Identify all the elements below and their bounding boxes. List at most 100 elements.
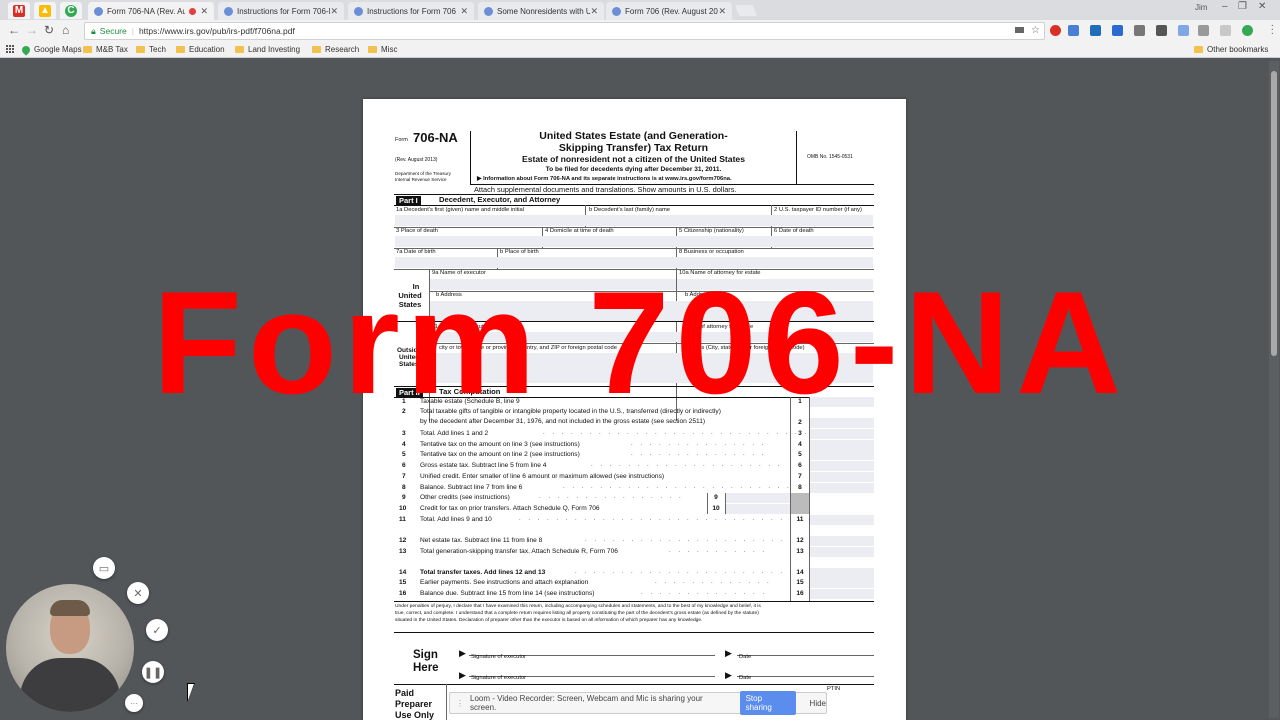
line-10-amount[interactable] bbox=[726, 504, 790, 514]
part-1-title: Decedent, Executor, and Attorney bbox=[439, 195, 561, 204]
box-number: 8 bbox=[798, 484, 802, 491]
stop-sharing-button[interactable]: Stop sharing bbox=[739, 691, 796, 715]
bookmark-google-maps[interactable]: Google Maps bbox=[20, 43, 82, 56]
extension-red-icon[interactable] bbox=[1050, 25, 1061, 36]
home-icon[interactable]: ⌂ bbox=[62, 23, 69, 37]
line-8-amount[interactable] bbox=[810, 483, 874, 493]
close-icon[interactable]: ✕ bbox=[200, 6, 208, 17]
minimize-icon[interactable]: – bbox=[1222, 1, 1228, 12]
line-16-amount[interactable] bbox=[810, 589, 874, 599]
date-label: Date bbox=[739, 675, 752, 681]
irs-favicon-icon bbox=[224, 6, 233, 16]
line-7-amount[interactable] bbox=[810, 472, 874, 482]
more-options-button[interactable]: ··· bbox=[125, 694, 143, 712]
bookmark-other[interactable]: Other bookmarks bbox=[1194, 45, 1268, 54]
field-3-entry[interactable] bbox=[395, 236, 873, 247]
field-1-entry[interactable] bbox=[395, 215, 873, 226]
pause-recording-button[interactable]: ❚❚ bbox=[142, 661, 164, 683]
extension-gray2-icon[interactable] bbox=[1198, 25, 1209, 36]
extension-blue-icon[interactable] bbox=[1068, 25, 1079, 36]
extension-dark-icon[interactable] bbox=[1156, 25, 1167, 36]
secure-label: Secure bbox=[99, 26, 127, 36]
line-1-amount[interactable] bbox=[810, 397, 874, 407]
line-4-amount[interactable] bbox=[810, 440, 874, 450]
bookmark-label: Misc bbox=[381, 45, 398, 54]
bookmark-star-icon[interactable]: ☆ bbox=[1031, 25, 1040, 36]
apps-button[interactable] bbox=[6, 45, 14, 53]
address-bar[interactable]: 🔒︎ Secure | https://www.irs.gov/pub/irs-… bbox=[84, 22, 1045, 40]
field-9a-entry[interactable] bbox=[430, 279, 873, 290]
webcam-bubble[interactable] bbox=[6, 584, 134, 712]
bookmark-tech[interactable]: Tech bbox=[136, 45, 166, 54]
box-number: 12 bbox=[796, 537, 804, 544]
pinned-tab-app[interactable]: C bbox=[60, 2, 82, 19]
chrome-menu-icon[interactable]: · · · bbox=[1271, 21, 1274, 39]
line-2-label-cont: by the decedent after December 31, 1976,… bbox=[420, 418, 706, 425]
scrollbar-thumb[interactable] bbox=[1271, 71, 1277, 356]
extension-gray-icon[interactable] bbox=[1134, 25, 1145, 36]
camera-icon[interactable] bbox=[1015, 27, 1024, 33]
pdf-page: Form 706-NA (Rev. August 2013) Departmen… bbox=[363, 99, 906, 720]
window-close-icon[interactable]: ✕ bbox=[1258, 1, 1266, 12]
line-11-amount[interactable] bbox=[810, 515, 874, 525]
extension-blue2-icon[interactable] bbox=[1112, 25, 1123, 36]
line-15-amount[interactable] bbox=[810, 578, 874, 588]
pinned-tab-drive[interactable]: ▲ bbox=[34, 2, 56, 19]
line-12-amount[interactable] bbox=[810, 536, 874, 546]
url-text[interactable]: https://www.irs.gov/pub/irs-pdf/f706na.p… bbox=[139, 26, 295, 36]
reload-icon[interactable]: ↻ bbox=[44, 23, 54, 37]
bookmark-mb-tax[interactable]: M&B Tax bbox=[83, 45, 128, 54]
bookmark-misc[interactable]: Misc bbox=[368, 45, 397, 54]
line-2-amount[interactable] bbox=[810, 418, 874, 428]
bookmark-land-investing[interactable]: Land Investing bbox=[235, 45, 300, 54]
in-us-label: United bbox=[398, 291, 422, 300]
close-icon[interactable]: ✕ bbox=[590, 6, 598, 17]
tab-instructions-706[interactable]: Instructions for Form 706 ✕ bbox=[348, 2, 474, 20]
form-info-line: ▶ Information about Form 706-NA and its … bbox=[477, 176, 732, 182]
back-arrow-icon[interactable]: ← bbox=[8, 23, 20, 37]
profile-name[interactable]: Jim bbox=[1195, 3, 1207, 12]
forward-arrow-icon[interactable]: → bbox=[26, 23, 38, 37]
extension-light-icon[interactable] bbox=[1178, 25, 1189, 36]
date-line[interactable] bbox=[737, 655, 874, 656]
tab-instructions-706na[interactable]: Instructions for Form 706-NA ✕ bbox=[218, 2, 344, 20]
tab-some-nonresidents[interactable]: Some Nonresidents with U.S. Assets ✕ bbox=[478, 2, 604, 20]
line-9-amount[interactable] bbox=[726, 493, 790, 503]
field-5-label: 5 Citizenship (nationality) bbox=[679, 228, 744, 234]
field-7-entry[interactable] bbox=[395, 257, 873, 268]
folder-icon bbox=[176, 46, 185, 53]
drag-handle-icon[interactable]: ⋮ bbox=[456, 699, 464, 708]
scrollbar[interactable] bbox=[1269, 61, 1279, 718]
maximize-icon[interactable]: ❐ bbox=[1238, 1, 1247, 12]
field-9a-label: 9a Name of executor bbox=[432, 270, 486, 276]
linkedin-icon[interactable] bbox=[1090, 25, 1101, 36]
line-2-label: Total taxable gifts of tangible or intan… bbox=[420, 408, 721, 415]
tab-form-706na[interactable]: Form 706-NA (Rev. August 2013) ✕ bbox=[88, 2, 214, 20]
line-14-amount[interactable] bbox=[810, 568, 874, 578]
line-number: 9 bbox=[402, 494, 406, 501]
line-3-amount[interactable] bbox=[810, 429, 874, 439]
bookmark-education[interactable]: Education bbox=[176, 45, 225, 54]
camera-toggle-button[interactable]: ▭ bbox=[93, 557, 115, 579]
pinned-tab-gmail[interactable]: M bbox=[8, 2, 30, 19]
field-11b-entry[interactable] bbox=[430, 353, 873, 383]
line-13-label: Total generation-skipping transfer tax. … bbox=[420, 548, 618, 555]
extension-light2-icon[interactable] bbox=[1220, 25, 1231, 36]
cancel-recording-button[interactable]: ✕ bbox=[127, 582, 149, 604]
finish-recording-button[interactable]: ✓ bbox=[146, 619, 168, 641]
hide-button[interactable]: Hide bbox=[810, 699, 826, 708]
line-5-amount[interactable] bbox=[810, 450, 874, 460]
close-icon[interactable]: ✕ bbox=[460, 6, 468, 17]
close-icon[interactable]: ✕ bbox=[330, 6, 338, 17]
line-number: 11 bbox=[399, 516, 406, 523]
new-tab-button[interactable] bbox=[734, 5, 758, 16]
close-icon[interactable]: ✕ bbox=[718, 6, 726, 17]
extension-green-icon[interactable] bbox=[1242, 25, 1253, 36]
line-6-amount[interactable] bbox=[810, 461, 874, 471]
tab-form-706[interactable]: Form 706 (Rev. August 2013) ✕ bbox=[606, 2, 732, 20]
bookmark-research[interactable]: Research bbox=[312, 45, 359, 54]
date-line[interactable] bbox=[737, 676, 874, 677]
field-11a-entry[interactable] bbox=[430, 332, 873, 342]
field-9b-entry[interactable] bbox=[430, 301, 873, 321]
line-13-amount[interactable] bbox=[810, 547, 874, 557]
